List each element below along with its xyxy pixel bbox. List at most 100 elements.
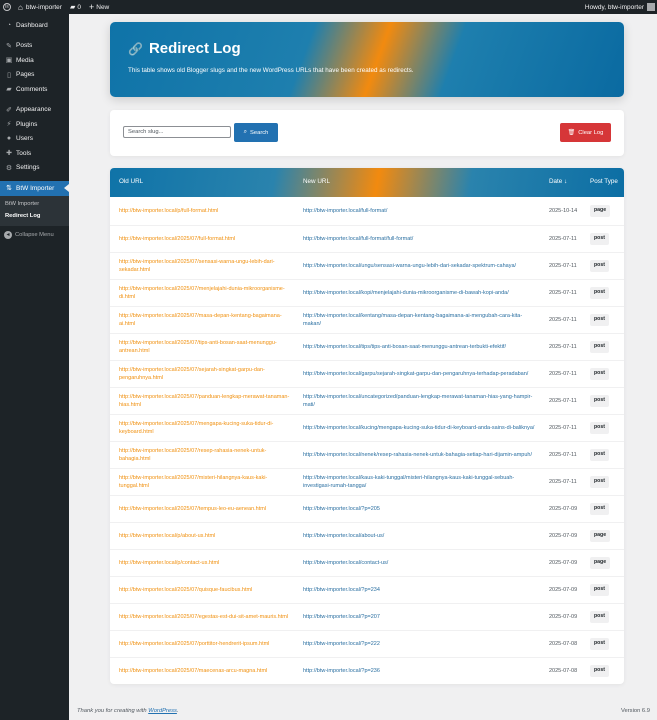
old-url-link[interactable]: http://btw-importer.local/2025/07/mister… xyxy=(119,474,295,491)
new-url-link[interactable]: http://btw-importer.local/garpu/sejarah-… xyxy=(303,370,528,378)
wordpress-logo-icon[interactable]: W xyxy=(0,0,14,14)
collapse-menu-button[interactable]: ◂ Collapse Menu xyxy=(0,228,69,242)
new-url-link[interactable]: http://btw-importer.local/kopi/menjelaja… xyxy=(303,289,509,297)
search-input[interactable] xyxy=(123,126,231,138)
table-row: http://btw-importer.local/2025/07/maecen… xyxy=(110,658,624,684)
comment-bubble-icon: ▰ xyxy=(69,4,76,11)
search-button[interactable]: ⌕ Search xyxy=(234,123,278,142)
admin-bar-account[interactable]: Howdy, btw-importer xyxy=(581,0,657,14)
row-date: 2025-07-11 xyxy=(549,289,577,296)
table-row: http://btw-importer.local/2025/07/resep-… xyxy=(110,442,624,469)
table-row: http://btw-importer.local/2025/07/mengap… xyxy=(110,415,624,442)
sidebar-item-posts[interactable]: ✎ Posts xyxy=(0,39,69,54)
new-url-link[interactable]: http://btw-importer.local/?p=205 xyxy=(303,505,380,513)
post-type-badge: post xyxy=(590,260,609,272)
brush-icon: ✐ xyxy=(6,106,12,114)
new-url-link[interactable]: http://btw-importer.local/ungu/sensasi-w… xyxy=(303,262,516,270)
admin-bar-site[interactable]: ⌂ btw-importer xyxy=(14,0,66,14)
trash-icon: 🗑 xyxy=(567,130,576,136)
sidebar-item-comments[interactable]: ▰ Comments xyxy=(0,82,69,97)
new-url-link[interactable]: http://btw-importer.local/tips/tips-anti… xyxy=(303,343,506,351)
comments-count: 0 xyxy=(77,3,81,11)
search-icon: ⌕ xyxy=(243,129,247,135)
post-type-badge: page xyxy=(590,205,611,217)
footer-thanks: Thank you for creating with WordPress. xyxy=(77,708,179,714)
old-url-link[interactable]: http://btw-importer.local/p/contact-us.h… xyxy=(119,559,219,567)
post-type-badge: post xyxy=(590,395,609,407)
sidebar-item-media[interactable]: ▣ Media xyxy=(0,53,69,68)
column-post-type[interactable]: Post Type xyxy=(590,168,620,197)
table-row: http://btw-importer.local/p/contact-us.h… xyxy=(110,550,624,577)
new-url-link[interactable]: http://btw-importer.local/?p=236 xyxy=(303,667,380,675)
new-url-link[interactable]: http://btw-importer.local/?p=234 xyxy=(303,586,380,594)
new-url-link[interactable]: http://btw-importer.local/kaus-kaki-tung… xyxy=(303,474,539,491)
post-type-badge: post xyxy=(590,422,609,434)
column-new-url[interactable]: New URL xyxy=(303,168,330,197)
row-date: 2025-07-11 xyxy=(549,262,577,269)
old-url-link[interactable]: http://btw-importer.local/2025/07/mengap… xyxy=(119,420,295,437)
old-url-link[interactable]: http://btw-importer.local/p/about-us.htm… xyxy=(119,532,215,540)
row-date: 2025-07-11 xyxy=(549,235,577,242)
row-date: 2025-07-11 xyxy=(549,343,577,350)
wordpress-link[interactable]: WordPress xyxy=(148,708,177,714)
admin-bar-new[interactable]: + New xyxy=(85,0,113,14)
submenu-item-btw-importer[interactable]: BtW Importer xyxy=(0,198,69,210)
column-old-url[interactable]: Old URL xyxy=(119,168,143,197)
new-url-link[interactable]: http://btw-importer.local/nenek/resep-ra… xyxy=(303,451,532,459)
table-row: http://btw-importer.local/2025/07/full-f… xyxy=(110,226,624,253)
old-url-link[interactable]: http://btw-importer.local/2025/07/menjel… xyxy=(119,285,295,302)
old-url-link[interactable]: http://btw-importer.local/2025/07/quisqu… xyxy=(119,586,252,594)
old-url-link[interactable]: http://btw-importer.local/2025/07/maecen… xyxy=(119,667,267,675)
new-url-link[interactable]: http://btw-importer.local/uncategorized/… xyxy=(303,393,539,410)
page-title: 🔗 Redirect Log xyxy=(128,40,241,57)
row-date: 2025-07-09 xyxy=(549,613,578,620)
new-url-link[interactable]: http://btw-importer.local/full-format/fu… xyxy=(303,235,413,243)
submenu-item-redirect-log[interactable]: Redirect Log xyxy=(0,210,69,222)
new-url-link[interactable]: http://btw-importer.local/?p=222 xyxy=(303,640,380,648)
old-url-link[interactable]: http://btw-importer.local/2025/07/resep-… xyxy=(119,447,295,464)
home-icon: ⌂ xyxy=(18,2,23,12)
admin-footer: Thank you for creating with WordPress. V… xyxy=(77,708,650,714)
new-url-link[interactable]: http://btw-importer.local/full-format/ xyxy=(303,207,387,215)
new-url-link[interactable]: http://btw-importer.local/kentang/masa-d… xyxy=(303,312,539,329)
sidebar-item-appearance[interactable]: ✐ Appearance xyxy=(0,103,69,118)
sidebar-item-settings[interactable]: ⚙ Settings xyxy=(0,161,69,176)
old-url-link[interactable]: http://btw-importer.local/2025/07/tempus… xyxy=(119,505,266,513)
new-url-link[interactable]: http://btw-importer.local/?p=207 xyxy=(303,613,380,621)
old-url-link[interactable]: http://btw-importer.local/2025/07/tips-a… xyxy=(119,339,295,356)
clear-log-button[interactable]: 🗑 Clear Log xyxy=(560,123,611,142)
table-row: http://btw-importer.local/2025/07/sensas… xyxy=(110,253,624,280)
old-url-link[interactable]: http://btw-importer.local/2025/07/portti… xyxy=(119,640,269,648)
new-url-link[interactable]: http://btw-importer.local/kucing/mengapa… xyxy=(303,424,534,432)
post-type-badge: page xyxy=(590,530,611,542)
sidebar-item-btw-importer[interactable]: ⇅ BtW Importer xyxy=(0,181,69,196)
table-row: http://btw-importer.local/2025/07/portti… xyxy=(110,631,624,658)
old-url-link[interactable]: http://btw-importer.local/2025/07/full-f… xyxy=(119,235,235,243)
sidebar-item-dashboard[interactable]: ◔ Dashboard xyxy=(0,18,69,33)
sidebar-item-users[interactable]: ● Users xyxy=(0,132,69,147)
table-row: http://btw-importer.local/2025/07/tempus… xyxy=(110,496,624,523)
post-type-badge: post xyxy=(590,287,609,299)
new-url-link[interactable]: http://btw-importer.local/about-us/ xyxy=(303,532,384,540)
btw-importer-submenu: BtW Importer Redirect Log xyxy=(0,195,69,226)
table-row: http://btw-importer.local/2025/07/pandua… xyxy=(110,388,624,415)
old-url-link[interactable]: http://btw-importer.local/2025/07/sensas… xyxy=(119,258,295,275)
redirect-log-table: Old URL New URL Date ↓ Post Type http://… xyxy=(110,168,624,684)
row-date: 2025-07-11 xyxy=(549,424,577,431)
row-date: 2025-07-11 xyxy=(549,316,577,323)
redirect-log-header: 🔗 Redirect Log This table shows old Blog… xyxy=(110,22,624,97)
old-url-link[interactable]: http://btw-importer.local/2025/07/egesta… xyxy=(119,613,288,621)
howdy-text: Howdy, btw-importer xyxy=(584,3,644,11)
settings-icon: ⚙ xyxy=(5,164,13,172)
old-url-link[interactable]: http://btw-importer.local/2025/07/pandua… xyxy=(119,393,295,410)
sidebar-item-pages[interactable]: ▯ Pages xyxy=(0,68,69,83)
new-url-link[interactable]: http://btw-importer.local/contact-us/ xyxy=(303,559,388,567)
sidebar-item-tools[interactable]: ✚ Tools xyxy=(0,146,69,161)
admin-bar-comments[interactable]: ▰ 0 xyxy=(66,0,85,14)
column-date[interactable]: Date ↓ xyxy=(549,168,567,197)
old-url-link[interactable]: http://btw-importer.local/p/full-format.… xyxy=(119,207,218,215)
sidebar-item-plugins[interactable]: ⚡ Plugins xyxy=(0,117,69,132)
old-url-link[interactable]: http://btw-importer.local/2025/07/sejara… xyxy=(119,366,295,383)
old-url-link[interactable]: http://btw-importer.local/2025/07/masa-d… xyxy=(119,312,295,329)
collapse-arrow-icon: ◂ xyxy=(4,230,12,239)
